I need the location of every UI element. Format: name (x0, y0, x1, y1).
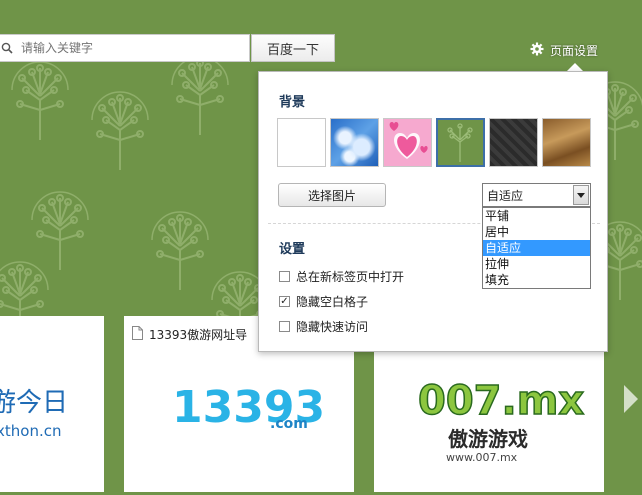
background-thumb-green-trees[interactable] (436, 118, 485, 167)
dropdown-arrow-icon[interactable] (573, 185, 589, 205)
gear-icon (530, 42, 544, 59)
hide-quick-access-option[interactable]: 隐藏快速访问 (279, 314, 404, 339)
choose-image-button[interactable]: 选择图片 (278, 183, 386, 207)
checkbox-label: 隐藏快速访问 (296, 320, 369, 334)
fit-option-center[interactable]: 居中 (483, 224, 590, 240)
tile-logo-sub: .com (270, 416, 308, 432)
background-section-title: 背景 (279, 95, 306, 110)
fit-option-stretch[interactable]: 拉伸 (483, 256, 590, 272)
next-page-arrow[interactable] (624, 385, 638, 413)
hide-empty-cells-checkbox[interactable]: ✓ (279, 296, 290, 307)
page-settings-panel: 背景 选择图片 自适应 平铺 居中 自适应 拉伸 填充 设置 总在新标签页中打开… (258, 71, 608, 352)
search-box (0, 34, 250, 62)
background-thumb-brown-wood[interactable] (542, 118, 591, 167)
fit-mode-value: 自适应 (487, 188, 524, 203)
search-button[interactable]: 百度一下 (251, 34, 335, 62)
fit-option-fill[interactable]: 填充 (483, 272, 590, 288)
settings-checkboxes: 总在新标签页中打开 ✓ 隐藏空白格子 隐藏快速访问 (279, 264, 404, 339)
fit-mode-options: 平铺 居中 自适应 拉伸 填充 (482, 207, 591, 289)
background-thumb-pink-hearts[interactable] (383, 118, 432, 167)
settings-section-title: 设置 (279, 242, 306, 257)
search-input[interactable] (19, 37, 249, 59)
tile-logo-url: www.007.mx (446, 451, 518, 464)
background-thumb-blue-sky[interactable] (330, 118, 379, 167)
fit-option-tile[interactable]: 平铺 (483, 208, 590, 224)
page-settings-link[interactable]: 页面设置 (530, 41, 598, 59)
search-icon (0, 40, 15, 56)
tile-logo-sub: xthon.cn (0, 422, 61, 440)
checkbox-label: 隐藏空白格子 (296, 295, 369, 309)
tile-logo-text: 007.mx (418, 378, 584, 424)
tile-logo-sub: 傲游游戏 (448, 427, 528, 451)
checkbox-label: 总在新标签页中打开 (296, 270, 405, 284)
fit-mode-select[interactable]: 自适应 (482, 183, 591, 207)
page-settings-label: 页面设置 (550, 43, 599, 58)
tile-logo: 游今日 xthon.cn (0, 388, 68, 440)
open-in-new-tab-checkbox[interactable] (279, 271, 290, 282)
hide-empty-cells-option[interactable]: ✓ 隐藏空白格子 (279, 289, 404, 314)
background-thumbnails (277, 118, 591, 167)
background-thumb-white[interactable] (277, 118, 326, 167)
open-in-new-tab-option[interactable]: 总在新标签页中打开 (279, 264, 404, 289)
hide-quick-access-checkbox[interactable] (279, 321, 290, 332)
speed-dial-tile[interactable]: 游今日 xthon.cn (0, 316, 104, 492)
background-thumb-dark-pattern[interactable] (489, 118, 538, 167)
tile-logo-text: 游今日 (0, 388, 68, 418)
fit-option-adaptive[interactable]: 自适应 (483, 240, 590, 256)
